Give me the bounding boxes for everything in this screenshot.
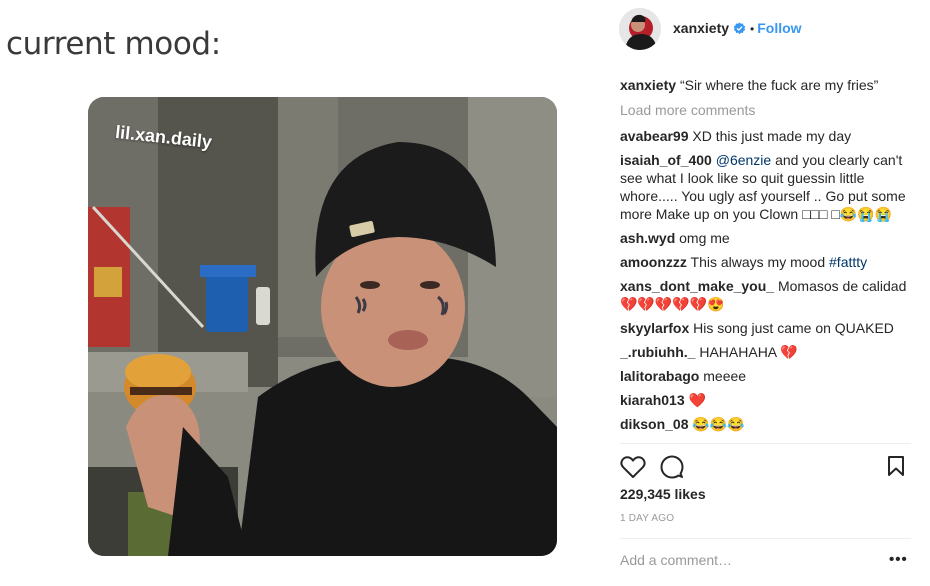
comment-username[interactable]: lalitorabago [620,368,699,384]
bookmark-icon[interactable] [887,455,905,477]
media-caption-text: current mood: [6,26,221,62]
action-divider [620,443,911,444]
comment-bubble-icon[interactable] [660,455,684,479]
post-header: xanxiety • Follow [603,0,930,58]
likes-count[interactable]: 229,345 likes [620,486,706,502]
comment-username[interactable]: ash.wyd [620,230,675,246]
post-photo-illustration [88,97,557,556]
load-more-row: Load more comments [620,101,910,119]
comment-username[interactable]: skyylarfox [620,320,689,336]
heart-outline-icon[interactable] [620,455,646,479]
post-timestamp[interactable]: 1 DAY AGO [620,513,674,524]
comment-text: omg me [679,230,730,246]
comment-username[interactable]: _.rubiuhh._ [620,344,695,360]
comment-mention-link[interactable]: @6enzie [716,152,771,168]
comments-list[interactable]: xanxiety “Sir where the fuck are my frie… [620,76,910,442]
comment-text: HAHAHAHA 💔 [699,344,798,360]
header-username[interactable]: xanxiety [673,20,729,36]
comment-item: skyylarfox His song just came on QUAKED [620,319,910,337]
avatar[interactable] [619,8,661,50]
comment-text: This always my mood [690,254,826,270]
verified-badge-icon [733,22,746,35]
load-more-comments-button[interactable]: Load more comments [620,102,755,118]
comment-item: avabear99 XD this just made my day [620,127,910,145]
more-options-button[interactable]: ••• [889,551,908,568]
comment-text: ❤️ [688,392,706,408]
post-media-panel: current mood: lil.xan.daily [0,0,603,586]
comment-text: 😂😂😂 [692,416,745,432]
header-line: xanxiety • Follow [673,20,802,36]
comment-text: XD this just made my day [692,128,852,144]
comment-item: kiarah013 ❤️ [620,391,910,409]
comment-username[interactable]: isaiah_of_400 [620,152,712,168]
comment-username[interactable]: xanxiety [620,77,676,93]
caption-comment: xanxiety “Sir where the fuck are my frie… [620,76,910,94]
follow-button[interactable]: Follow [757,20,801,36]
comment-item: ash.wyd omg me [620,229,910,247]
comment-item: amoonzzz This always my mood #fattty [620,253,910,271]
comment-username[interactable]: xans_dont_make_you_ [620,278,774,294]
comment-text: “Sir where the fuck are my fries” [679,77,879,93]
comment-text: meeee [703,368,747,384]
comment-item: isaiah_of_400 @6enzie and you clearly ca… [620,151,910,223]
post-photo[interactable]: lil.xan.daily [88,97,557,556]
comment-item: lalitorabago meeee [620,367,910,385]
comment-item: xans_dont_make_you_ Momasos de calidad 💔… [620,277,910,313]
header-separator-dot: • [750,22,755,36]
comment-item: dikson_08 😂😂😂 [620,415,910,433]
comment-input-divider [620,538,911,539]
comment-item: _.rubiuhh._ HAHAHAHA 💔 [620,343,910,361]
comment-hashtag-link[interactable]: #fattty [829,254,867,270]
comment-username[interactable]: avabear99 [620,128,689,144]
comment-username[interactable]: kiarah013 [620,392,685,408]
comment-username[interactable]: amoonzzz [620,254,687,270]
add-comment-input[interactable] [620,550,875,570]
comment-text: His song just came on QUAKED [693,320,894,336]
post-details-panel: xanxiety • Follow xanxiety “Sir where the… [603,0,930,586]
avatar-image [619,8,661,50]
comment-username[interactable]: dikson_08 [620,416,688,432]
